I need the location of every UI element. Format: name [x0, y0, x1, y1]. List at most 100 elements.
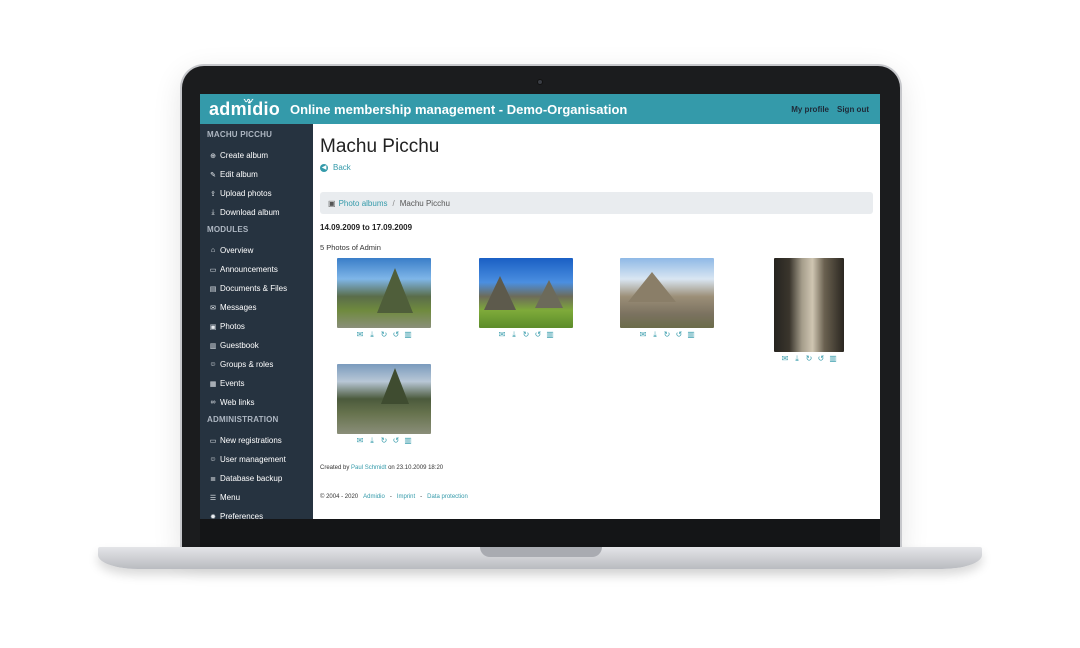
trash-icon[interactable]: ▥ [829, 354, 837, 364]
footer-data-protection-link[interactable]: Data protection [427, 494, 468, 500]
user-cog-icon: ☺ [209, 456, 217, 463]
rotate-left-icon[interactable]: ↺ [675, 330, 683, 340]
sidebar-item-upload-photos[interactable]: ⇪ Upload photos [200, 184, 313, 203]
sidebar-item-user-management[interactable]: ☺ User management [200, 450, 313, 469]
sidebar-item-menu[interactable]: ☰ Menu [200, 488, 313, 507]
back-label: Back [333, 163, 351, 172]
logo-bird-icon: 〰 [244, 95, 254, 106]
envelope-icon[interactable]: ✉ [639, 330, 647, 340]
sidebar-item-groups-roles[interactable]: ☺ Groups & roles [200, 355, 313, 374]
announcement-icon: ▭ [209, 266, 217, 274]
download-icon[interactable]: ⤓ [368, 330, 376, 340]
created-by-link[interactable]: Paul Schmidt [351, 465, 386, 471]
photo-3-thumbnail[interactable] [620, 258, 714, 328]
photo-2-actions: ✉ ⤓ ↻ ↺ ▥ [479, 330, 573, 340]
sidebar-item-events[interactable]: ▦ Events [200, 374, 313, 393]
download-icon: ⤓ [211, 208, 215, 216]
sidebar-item-label: Announcements [220, 265, 278, 274]
envelope-icon[interactable]: ✉ [498, 330, 506, 340]
rotate-right-icon[interactable]: ↻ [663, 330, 671, 340]
rotate-right-icon[interactable]: ↻ [522, 330, 530, 340]
rotate-left-icon[interactable]: ↺ [392, 436, 400, 446]
rotate-left-icon[interactable]: ↺ [817, 354, 825, 364]
rotate-left-icon[interactable]: ↺ [392, 330, 400, 340]
image-icon: ▣ [328, 198, 336, 208]
photo-cell-4: ✉ ⤓ ↻ ↺ ▥ [774, 258, 844, 364]
rotate-right-icon[interactable]: ↻ [380, 330, 388, 340]
my-profile-link[interactable]: My profile [791, 105, 829, 114]
screen-bezel [200, 519, 880, 547]
photo-2-thumbnail[interactable] [479, 258, 573, 328]
app-title: Online membership management - Demo-Orga… [290, 101, 628, 117]
footer-imprint-link[interactable]: Imprint [397, 494, 415, 500]
photo-4-thumbnail[interactable] [774, 258, 844, 352]
edit-icon: ✎ [210, 171, 216, 179]
envelope-icon[interactable]: ✉ [781, 354, 789, 364]
database-icon: ≣ [210, 475, 216, 483]
sidebar-item-guestbook[interactable]: ▥ Guestbook [200, 336, 313, 355]
download-icon[interactable]: ⤓ [793, 354, 801, 364]
album-date-range: 14.09.2009 to 17.09.2009 [320, 223, 413, 232]
upload-icon: ⇪ [210, 190, 216, 198]
sidebar-section-administration: ADMINISTRATION [207, 415, 279, 424]
sidebar-item-overview[interactable]: ⌂ Overview [200, 241, 313, 260]
main-content: Machu Picchu ◀ Back ▣ Photo albums / Mac… [313, 124, 880, 519]
sidebar-item-download-album[interactable]: ⤓ Download album [200, 203, 313, 222]
photo-1-actions: ✉ ⤓ ↻ ↺ ▥ [337, 330, 431, 340]
rotate-right-icon[interactable]: ↻ [805, 354, 813, 364]
photo-5-thumbnail[interactable] [337, 364, 431, 434]
sidebar-item-label: Documents & Files [220, 284, 288, 293]
file-icon: ▤ [209, 285, 217, 293]
sidebar-item-messages[interactable]: ✉ Messages [200, 298, 313, 317]
trash-icon[interactable]: ▥ [404, 436, 412, 446]
photo-1-thumbnail[interactable] [337, 258, 431, 328]
back-link[interactable]: ◀ Back [320, 163, 873, 172]
download-icon[interactable]: ⤓ [651, 330, 659, 340]
header-links: My profile Sign out [791, 105, 880, 114]
footer-admidio-link[interactable]: Admidio [363, 494, 385, 500]
footer-separator: - [389, 494, 392, 500]
sidebar-item-edit-album[interactable]: ✎ Edit album [200, 165, 313, 184]
sidebar-item-photos[interactable]: ▣ Photos [200, 317, 313, 336]
footer-separator: - [420, 494, 423, 500]
users-icon: ☺ [209, 361, 217, 368]
sidebar-item-announcements[interactable]: ▭ Announcements [200, 260, 313, 279]
image-icon: ▣ [209, 323, 217, 331]
trash-icon[interactable]: ▥ [404, 330, 412, 340]
trash-icon[interactable]: ▥ [687, 330, 695, 340]
photo-cell-2: ✉ ⤓ ↻ ↺ ▥ [479, 258, 573, 340]
download-icon[interactable]: ⤓ [368, 436, 376, 446]
sidebar-item-new-registrations[interactable]: ▭ New registrations [200, 431, 313, 450]
sidebar-item-create-album[interactable]: ⊕ Create album [200, 146, 313, 165]
breadcrumb-current: Machu Picchu [399, 198, 450, 208]
sidebar-item-label: Messages [220, 303, 257, 312]
sidebar-item-database-backup[interactable]: ≣ Database backup [200, 469, 313, 488]
home-icon: ⌂ [210, 247, 216, 254]
sidebar-item-web-links[interactable]: ∞ Web links [200, 393, 313, 412]
sidebar-item-label: Overview [220, 246, 254, 255]
calendar-icon: ▦ [209, 380, 217, 388]
sidebar-item-preferences[interactable]: ✹ Preferences [200, 507, 313, 519]
admidio-logo[interactable]: admidio 〰 [200, 96, 313, 120]
rotate-right-icon[interactable]: ↻ [380, 436, 388, 446]
laptop-notch [480, 547, 602, 557]
sidebar-item-label: Photos [220, 322, 245, 331]
menu-icon: ☰ [209, 494, 217, 502]
download-icon[interactable]: ⤓ [510, 330, 518, 340]
photo-5-actions: ✉ ⤓ ↻ ↺ ▥ [337, 436, 431, 446]
created-on: on 23.10.2009 18:20 [388, 465, 444, 471]
photo-gallery: ✉ ⤓ ↻ ↺ ▥ ✉ ⤓ ↻ ↺ ▥ ✉ ⤓ ↻ ↺ ▥ ✉ ⤓ ↻ ↺ ▥ [320, 258, 873, 458]
plus-circle-icon: ⊕ [210, 152, 216, 160]
sidebar-item-label: Web links [220, 398, 255, 407]
envelope-icon[interactable]: ✉ [356, 330, 364, 340]
breadcrumb-photo-albums[interactable]: Photo albums [339, 199, 388, 208]
sidebar-item-label: Menu [220, 493, 241, 502]
arrow-left-circle-icon: ◀ [320, 163, 328, 172]
sign-out-link[interactable]: Sign out [837, 105, 869, 114]
sidebar-item-documents-files[interactable]: ▤ Documents & Files [200, 279, 313, 298]
sidebar-item-label: Database backup [220, 474, 283, 483]
trash-icon[interactable]: ▥ [546, 330, 554, 340]
envelope-icon[interactable]: ✉ [356, 436, 364, 446]
comments-icon: ✉ [210, 304, 216, 312]
rotate-left-icon[interactable]: ↺ [534, 330, 542, 340]
